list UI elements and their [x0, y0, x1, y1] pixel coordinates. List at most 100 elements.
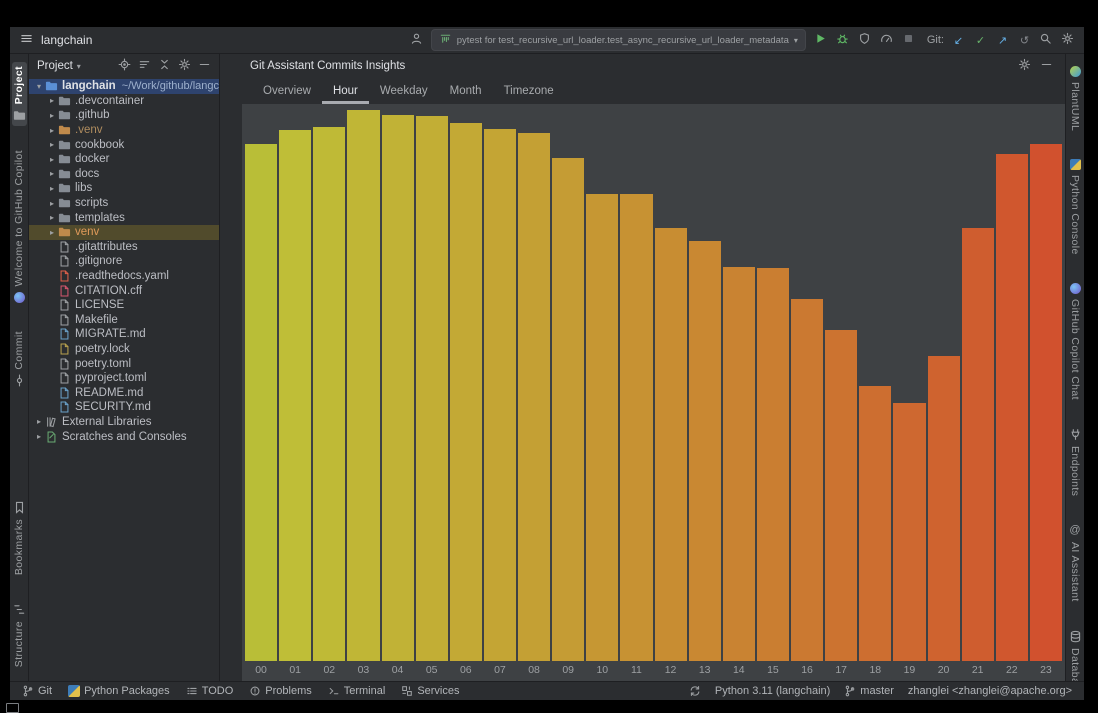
search-everywhere-button[interactable]	[1039, 32, 1052, 48]
user-profile-button[interactable]	[410, 32, 423, 48]
status-item-master[interactable]: master	[844, 685, 894, 697]
titlebar: langchain pytest for test_recursive_url_…	[10, 27, 1084, 54]
chevron-right-icon[interactable]: ▸	[33, 417, 45, 426]
chevron-right-icon[interactable]: ▸	[46, 96, 58, 105]
debug-button[interactable]	[836, 32, 849, 48]
tree-item-readme-md[interactable]: README.md	[29, 385, 219, 400]
hide-panel-button[interactable]	[198, 58, 211, 74]
tree-item-label: poetry.toml	[75, 357, 132, 370]
folder-icon	[58, 95, 71, 107]
tree-item-github[interactable]: ▸ .github	[29, 108, 219, 123]
tool-button-project[interactable]: Project	[11, 62, 27, 127]
tool-button-endpoints[interactable]: Endpoints	[1068, 424, 1083, 500]
status-item-services[interactable]: Services	[401, 685, 460, 697]
tool-button-structure[interactable]: Structure	[12, 599, 27, 671]
panel-splitter[interactable]	[220, 54, 242, 681]
main-menu-button[interactable]	[20, 32, 33, 48]
tab-month[interactable]: Month	[439, 78, 493, 104]
tree-item-poetry-lock[interactable]: poetry.lock	[29, 342, 219, 357]
tree-item-readthedocs-yaml[interactable]: .readthedocs.yaml	[29, 269, 219, 284]
panel-settings-button[interactable]	[1018, 58, 1031, 74]
terminal-icon	[328, 685, 340, 697]
tree-item-external-libraries[interactable]: ▸ External Libraries	[29, 415, 219, 430]
chevron-down-icon[interactable]: ▾	[33, 82, 45, 91]
update-project-button[interactable]: ↙	[952, 33, 965, 48]
settings-button[interactable]	[1061, 32, 1074, 48]
panel-options-button[interactable]	[178, 58, 191, 74]
stop-button[interactable]	[902, 32, 915, 48]
tree-item-docker[interactable]: ▸ docker	[29, 152, 219, 167]
chevron-right-icon[interactable]: ▸	[33, 432, 45, 441]
status-item-problems[interactable]: Problems	[249, 685, 312, 697]
run-button[interactable]	[814, 32, 827, 48]
status-item-todo[interactable]: TODO	[186, 685, 233, 697]
tree-item-docs[interactable]: ▸ docs	[29, 167, 219, 182]
chevron-right-icon[interactable]: ▸	[46, 228, 58, 237]
tree-item-gitignore[interactable]: .gitignore	[29, 254, 219, 269]
tree-item-migrate-md[interactable]: MIGRATE.md	[29, 327, 219, 342]
chevron-right-icon[interactable]: ▸	[46, 184, 58, 193]
tab-overview[interactable]: Overview	[252, 78, 322, 104]
tree-item-pyproject-toml[interactable]: pyproject.toml	[29, 371, 219, 386]
push-button[interactable]: ↗	[996, 33, 1009, 48]
sort-button[interactable]	[138, 58, 151, 74]
hide-panel-button[interactable]	[1040, 58, 1053, 74]
tree-item-templates[interactable]: ▸ templates	[29, 210, 219, 225]
status-item-python-packages[interactable]: Python Packages	[68, 685, 170, 697]
tool-button-bookmarks[interactable]: Bookmarks	[12, 497, 27, 579]
bar-hour-20	[927, 356, 960, 661]
chevron-right-icon[interactable]: ▸	[46, 140, 58, 149]
taskbar-window-icon[interactable]	[6, 703, 19, 713]
tab-hour[interactable]: Hour	[321, 78, 369, 104]
project-panel-title[interactable]: Project	[37, 60, 73, 72]
tree-item-poetry-toml[interactable]: poetry.toml	[29, 356, 219, 371]
status-item-zhanglei-zhanglei-apache-org[interactable]: zhanglei <zhanglei@apache.org>	[908, 685, 1072, 697]
locate-file-button[interactable]	[118, 58, 131, 74]
tree-item-citation-cff[interactable]: CITATION.cff	[29, 283, 219, 298]
tree-item-gitattributes[interactable]: .gitattributes	[29, 240, 219, 255]
x-tick-label: 07	[494, 664, 506, 676]
tab-weekday[interactable]: Weekday	[369, 78, 439, 104]
collapse-all-button[interactable]	[158, 58, 171, 74]
chevron-right-icon[interactable]: ▸	[46, 155, 58, 164]
chevron-right-icon[interactable]: ▸	[46, 199, 58, 208]
tree-item-venv[interactable]: ▸ venv	[29, 224, 219, 240]
tab-timezone[interactable]: Timezone	[493, 78, 565, 104]
tree-item-license[interactable]: LICENSE	[29, 298, 219, 313]
tool-button-commit[interactable]: Commit	[12, 327, 27, 392]
status-item-label: Python Packages	[84, 685, 170, 697]
tree-item-makefile[interactable]: Makefile	[29, 313, 219, 328]
sort-icon	[138, 58, 151, 71]
bar-hour-04	[381, 114, 414, 661]
tree-item-venv[interactable]: ▸ .venv	[29, 123, 219, 138]
tool-button-ai-assistant[interactable]: @ AI Assistant	[1068, 520, 1083, 606]
lock-file-icon	[58, 343, 71, 355]
tool-button-github-copilot-chat[interactable]: GitHub Copilot Chat	[1068, 279, 1082, 404]
tree-item-scratches-and-consoles[interactable]: ▸ Scratches and Consoles	[29, 429, 219, 444]
chevron-right-icon[interactable]: ▸	[46, 111, 58, 120]
status-item-sync-icon[interactable]	[689, 685, 701, 697]
coverage-button[interactable]	[858, 32, 871, 48]
tree-item-devcontainer[interactable]: ▸ .devcontainer	[29, 94, 219, 109]
tree-item-libs[interactable]: ▸ libs	[29, 181, 219, 196]
x-tick-label: 03	[357, 664, 370, 676]
chevron-right-icon[interactable]: ▸	[46, 169, 58, 178]
chevron-right-icon[interactable]: ▸	[46, 213, 58, 222]
tree-item-langchain[interactable]: ▾ langchain ~/Work/github/langchain	[29, 79, 219, 94]
tree-item-security-md[interactable]: SECURITY.md	[29, 400, 219, 415]
history-button[interactable]: ↺	[1018, 33, 1031, 48]
status-item-python-3-11-langchain[interactable]: Python 3.11 (langchain)	[715, 685, 830, 697]
tool-button-python-console[interactable]: Python Console	[1068, 155, 1082, 259]
x-tick-label: 04	[391, 664, 404, 676]
run-configuration-select[interactable]: pytest for test_recursive_url_loader.tes…	[430, 29, 806, 51]
tree-item-cookbook[interactable]: ▸ cookbook	[29, 137, 219, 152]
tool-button-welcome-to-github-copilot[interactable]: Welcome to GitHub Copilot	[12, 146, 26, 306]
commit-button[interactable]: ✓	[974, 33, 987, 48]
profiler-button[interactable]	[880, 32, 893, 48]
cff-file-icon	[58, 285, 71, 297]
tree-item-scripts[interactable]: ▸ scripts	[29, 196, 219, 211]
tool-button-plantuml[interactable]: PlantUML	[1068, 62, 1082, 135]
chevron-right-icon[interactable]: ▸	[46, 126, 58, 135]
status-item-git[interactable]: Git	[22, 685, 52, 697]
status-item-terminal[interactable]: Terminal	[328, 685, 385, 697]
